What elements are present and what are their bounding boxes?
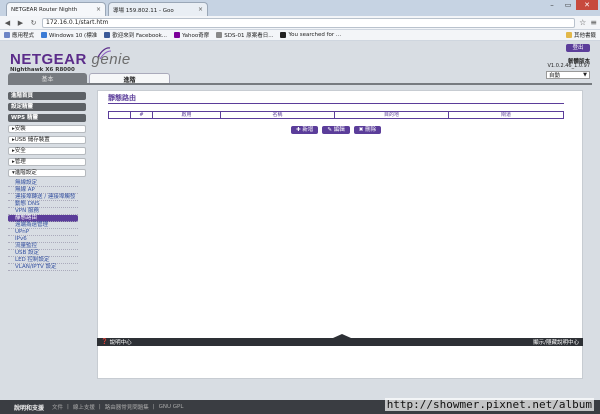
column-header-destination: 目的地 <box>335 112 449 118</box>
logout-button[interactable]: 登出 <box>566 44 590 52</box>
star-icon[interactable]: ☆ <box>579 18 586 27</box>
router-page: NETGEAR genie Nighthawk X6 R8000 登出 韌體版本… <box>0 41 600 400</box>
column-header-select <box>109 112 131 118</box>
sidebar-item-remote-management[interactable]: 遠端為遠管理 <box>8 222 78 229</box>
bookmark-sds[interactable]: SDS-01 原案看日... <box>216 31 273 39</box>
sidebar: 進階首頁 設定精靈 WPS 精靈 ▸安裝 ▸USB 儲存裝置 ▸安全 ▸管理 ▾… <box>8 92 86 271</box>
watermark: http://showmer.pixnet.net/album <box>384 398 594 411</box>
chevron-down-icon: ▼ <box>583 72 587 78</box>
sidebar-item-static-routes[interactable]: 靜態路由 <box>8 215 78 222</box>
sidebar-group-setup[interactable]: ▸安裝 <box>8 125 86 133</box>
back-icon[interactable]: ◀ <box>3 18 12 27</box>
sidebar-item-ipv6[interactable]: IPv6 <box>8 236 78 243</box>
bookmark-other[interactable]: 其他書籤 <box>565 31 596 39</box>
firmware-version: V1.0.2.46_1.0.97 <box>547 63 591 69</box>
bookmark-windows[interactable]: Windows 10 (標准 <box>41 31 97 39</box>
tab-divider <box>8 83 592 85</box>
delete-button[interactable]: ✖ 刪除 <box>353 126 382 134</box>
browser-tab-google[interactable]: 導場 159.802.11 - Goo × <box>108 2 208 16</box>
help-center-label[interactable]: 說明中心 <box>110 338 132 346</box>
page-icon <box>216 32 223 38</box>
browser-tab-router[interactable]: NETGEAR Router Nighth × <box>6 2 106 16</box>
sidebar-item-wireless-settings[interactable]: 無線設定 <box>8 180 78 187</box>
bookmark-facebook[interactable]: 歡迎來到 Facebook... <box>104 31 167 39</box>
close-icon[interactable]: × <box>96 6 101 13</box>
address-bar: ◀ ▶ ↻ 172.16.0.1/start.htm ☆ ≡ <box>0 16 600 30</box>
toggle-help-center-link[interactable]: 顯示/隱藏說明中心 <box>533 338 579 346</box>
genie-spark-icon <box>97 47 112 60</box>
footer-link-docs[interactable]: 文件 <box>52 403 63 411</box>
bookmark-apps[interactable]: 應用程式 <box>4 31 34 39</box>
yahoo-icon <box>174 32 181 38</box>
column-header-enable: 啟用 <box>153 112 221 118</box>
sidebar-item-setup-wizard[interactable]: 設定精靈 <box>8 103 86 111</box>
edit-button[interactable]: ✎ 編輯 <box>322 126 350 134</box>
close-icon[interactable]: × <box>198 6 203 13</box>
tab-basic[interactable]: 基本 <box>8 73 87 83</box>
tab-advanced[interactable]: 進階 <box>89 73 170 84</box>
expand-arrow-icon[interactable] <box>333 334 351 338</box>
sidebar-group-advanced-setup[interactable]: ▾進階設定 <box>8 169 86 177</box>
main-tabs: 基本 進階 <box>8 73 170 84</box>
sidebar-group-usb[interactable]: ▸USB 儲存裝置 <box>8 136 86 144</box>
sidebar-item-wps-wizard[interactable]: WPS 精靈 <box>8 114 86 122</box>
column-header-gateway: 閘道 <box>500 112 511 118</box>
sidebar-item-vpn[interactable]: VPN 服務 <box>8 208 78 215</box>
sidebar-group-security[interactable]: ▸安全 <box>8 147 86 155</box>
help-icon: ❓ <box>101 339 110 345</box>
window-controls: – ▭ ✕ <box>544 0 598 10</box>
menu-icon[interactable]: ≡ <box>590 18 597 27</box>
tab-label: 導場 159.802.11 - Goo <box>113 7 174 14</box>
tab-label: NETGEAR Router Nighth <box>11 6 78 13</box>
footer-link-gpl[interactable]: GNU GPL <box>159 404 184 410</box>
browser-tab-bar: NETGEAR Router Nighth × 導場 159.802.11 - … <box>0 0 600 16</box>
bookmarks-bar: 應用程式 Windows 10 (標准 歡迎來到 Facebook... Yah… <box>0 30 600 41</box>
facebook-icon <box>104 32 111 38</box>
windows-icon <box>41 32 48 38</box>
folder-icon <box>565 32 572 38</box>
forward-icon[interactable]: ▶ <box>16 18 25 27</box>
sidebar-item-upnp[interactable]: UPnP <box>8 229 78 236</box>
sidebar-item-led-control[interactable]: LED 控制設定 <box>8 257 78 264</box>
static-routes-table: # 啟用 名稱 目的地 閘道 <box>108 111 564 119</box>
sidebar-item-vlan-iptv[interactable]: VLAN/IPTV 設定 <box>8 264 78 271</box>
sidebar-item-usb-settings[interactable]: USB 設定 <box>8 250 78 257</box>
maximize-icon[interactable]: ▭ <box>560 0 576 10</box>
sidebar-item-dynamic-dns[interactable]: 動態 DNS <box>8 201 78 208</box>
footer-title: 說明和支援 <box>14 404 45 412</box>
sidebar-item-port-forwarding[interactable]: 連接埠轉送 / 連接埠觸發 <box>8 194 78 201</box>
site-icon <box>280 32 287 38</box>
sidebar-item-advanced-home[interactable]: 進階首頁 <box>8 92 86 100</box>
title-divider <box>108 103 564 104</box>
minimize-icon[interactable]: – <box>544 0 560 10</box>
url-input[interactable]: 172.16.0.1/start.htm <box>42 17 576 28</box>
page-title: 靜態路由 <box>108 94 136 102</box>
footer-link-online-support[interactable]: 線上支援 <box>73 403 95 411</box>
bookmark-search[interactable]: You searched for ... <box>280 32 341 38</box>
sidebar-item-wireless-ap[interactable]: 無線 AP <box>8 187 78 194</box>
mode-select[interactable]: 自動 ▼ <box>546 71 590 79</box>
netgear-logo: NETGEAR genie <box>10 51 131 68</box>
add-button[interactable]: ✚ 新增 <box>291 126 319 134</box>
footer-link-faq[interactable]: 路由器常見問題集 <box>105 403 149 411</box>
action-buttons: ✚ 新增 ✎ 編輯 ✖ 刪除 <box>291 126 382 134</box>
apps-icon <box>4 32 10 38</box>
reload-icon[interactable]: ↻ <box>29 18 38 27</box>
help-center-bar: ❓ 說明中心 顯示/隱藏說明中心 <box>97 334 583 346</box>
column-header-number: # <box>131 112 153 118</box>
column-header-name: 名稱 <box>221 112 335 118</box>
bookmark-yahoo[interactable]: Yahoo奇摩 <box>174 31 209 39</box>
sidebar-item-traffic-meter[interactable]: 流量監控 <box>8 243 78 250</box>
sidebar-group-admin[interactable]: ▸管理 <box>8 158 86 166</box>
close-window-icon[interactable]: ✕ <box>576 0 598 10</box>
